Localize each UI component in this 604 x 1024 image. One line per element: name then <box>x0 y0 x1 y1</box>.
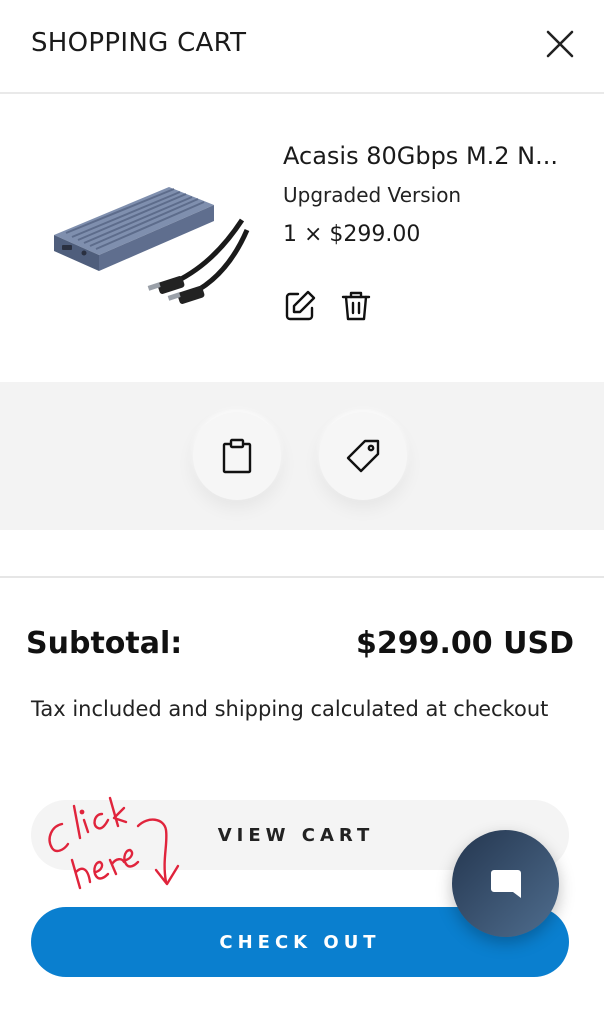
close-button[interactable] <box>540 24 580 64</box>
close-icon <box>546 30 574 58</box>
product-image[interactable] <box>44 175 254 305</box>
clipboard-icon <box>222 438 252 474</box>
product-title[interactable]: Acasis 80Gbps M.2 N... <box>283 142 583 170</box>
tax-shipping-note: Tax included and shipping calculated at … <box>31 697 549 721</box>
trash-icon <box>341 291 371 321</box>
cart-header: SHOPPING CART <box>0 0 604 94</box>
tag-icon <box>346 439 380 473</box>
chat-button[interactable] <box>452 830 559 937</box>
subtotal-label: Subtotal: <box>26 626 183 661</box>
product-variant: Upgraded Version <box>283 183 462 207</box>
cart-footer: Subtotal: $299.00 USD Tax included and s… <box>0 576 604 1024</box>
edit-item-button[interactable] <box>283 289 317 323</box>
subtotal-value: $299.00 USD <box>356 626 574 661</box>
item-actions <box>283 289 373 323</box>
discount-button[interactable] <box>319 412 407 500</box>
remove-item-button[interactable] <box>339 289 373 323</box>
shopping-cart-drawer: SHOPPING CART Acasis 80Gbps M.2 N... Upg… <box>0 0 604 1024</box>
order-note-button[interactable] <box>193 412 281 500</box>
edit-icon <box>285 290 316 321</box>
chat-icon <box>490 869 521 898</box>
cart-title: SHOPPING CART <box>31 28 247 58</box>
product-price: 1 × $299.00 <box>283 222 421 247</box>
cart-extras-band <box>0 382 604 530</box>
